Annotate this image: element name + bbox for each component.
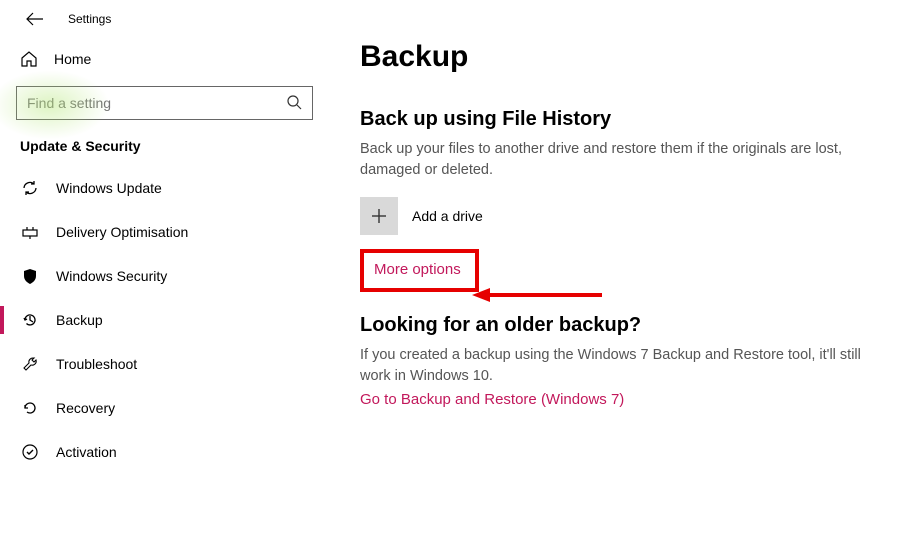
file-history-desc: Back up your files to another drive and …: [360, 139, 870, 181]
add-drive-button[interactable]: Add a drive: [360, 197, 892, 235]
delivery-icon: [20, 223, 40, 241]
file-history-heading: Back up using File History: [360, 108, 892, 131]
nav-label: Troubleshoot: [56, 356, 137, 372]
activation-icon: [20, 443, 40, 461]
backup-icon: [20, 311, 40, 329]
nav-label: Windows Security: [56, 268, 167, 284]
home-label: Home: [54, 51, 91, 67]
nav-label: Activation: [56, 444, 117, 460]
search-box[interactable]: [16, 86, 313, 120]
wrench-icon: [20, 355, 40, 373]
sync-icon: [20, 179, 40, 197]
app-title: Settings: [68, 12, 111, 26]
older-backup-heading: Looking for an older backup?: [360, 314, 892, 337]
search-input[interactable]: [27, 95, 286, 111]
shield-icon: [20, 267, 40, 285]
nav-list: Windows Update Delivery Optimisation Win…: [0, 166, 329, 474]
section-header: Update & Security: [0, 138, 329, 166]
annotation-highlight-box: More options: [360, 249, 479, 292]
add-drive-label: Add a drive: [412, 208, 483, 224]
page-title: Backup: [360, 40, 892, 74]
more-options-link[interactable]: More options: [374, 261, 461, 278]
home-nav[interactable]: Home: [0, 40, 329, 78]
nav-delivery-optimisation[interactable]: Delivery Optimisation: [0, 210, 329, 254]
backup-restore-link[interactable]: Go to Backup and Restore (Windows 7): [360, 391, 624, 408]
main-content: Backup Back up using File History Back u…: [330, 0, 922, 539]
nav-label: Backup: [56, 312, 103, 328]
nav-label: Delivery Optimisation: [56, 224, 188, 240]
nav-label: Recovery: [56, 400, 115, 416]
home-icon: [20, 50, 38, 68]
titlebar: Settings: [0, 12, 329, 40]
nav-windows-update[interactable]: Windows Update: [0, 166, 329, 210]
recovery-icon: [20, 399, 40, 417]
nav-windows-security[interactable]: Windows Security: [0, 254, 329, 298]
plus-icon: [360, 197, 398, 235]
nav-troubleshoot[interactable]: Troubleshoot: [0, 342, 329, 386]
nav-activation[interactable]: Activation: [0, 430, 329, 474]
nav-backup[interactable]: Backup: [0, 298, 329, 342]
search-icon: [286, 94, 302, 113]
back-icon[interactable]: [26, 12, 44, 26]
nav-label: Windows Update: [56, 180, 162, 196]
older-backup-desc: If you created a backup using the Window…: [360, 345, 870, 387]
nav-recovery[interactable]: Recovery: [0, 386, 329, 430]
